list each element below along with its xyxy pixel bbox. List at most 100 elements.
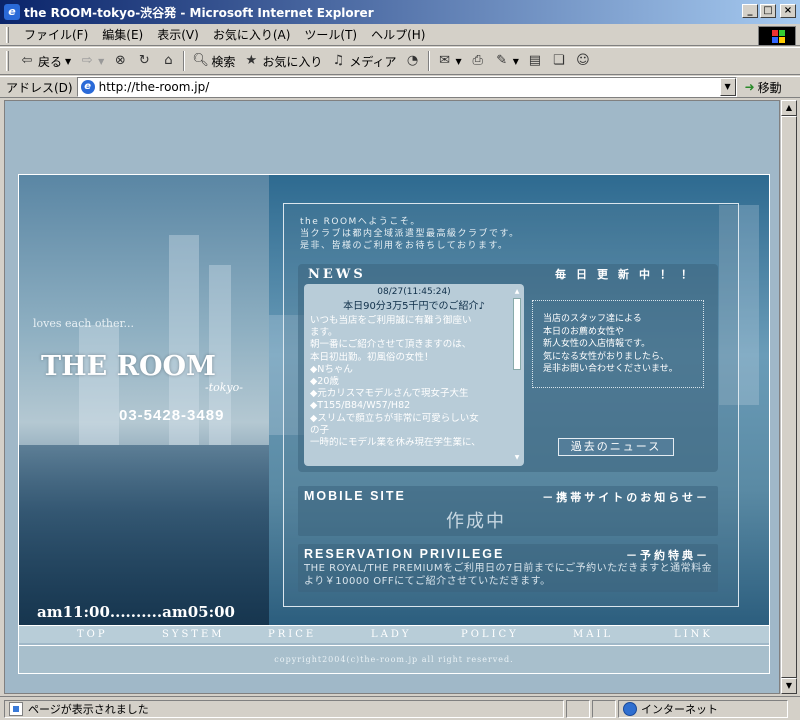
news-scroll-area[interactable]: 08/27(11:45:24) 本日90分3万5千円でのご紹介♪ いつも当店をご…	[304, 284, 524, 466]
favorites-button[interactable]: ★ お気に入り	[239, 50, 326, 72]
chevron-down-icon[interactable]: ▼	[513, 57, 519, 66]
history-button[interactable]: ◔	[401, 50, 425, 72]
scroll-down-icon[interactable]: ▼	[512, 454, 522, 462]
mobile-status: 作成中	[446, 511, 506, 532]
address-label: アドレス(D)	[6, 80, 73, 95]
chevron-down-icon[interactable]: ▼	[456, 57, 462, 66]
discuss-icon: ▤	[528, 53, 541, 68]
address-input[interactable]: e http://the-room.jp/ ▼	[76, 77, 737, 97]
news-line: ◆T155/B84/W57/H82	[310, 400, 411, 412]
nav-policy[interactable]: POLICY	[461, 629, 519, 640]
home-button[interactable]: ⌂	[156, 50, 180, 72]
discuss-button[interactable]: ▤	[523, 50, 547, 72]
status-zone-pane: インターネット	[618, 699, 788, 718]
menu-help[interactable]: ヘルプ(H)	[364, 24, 432, 45]
print-icon: ⎙	[472, 53, 483, 68]
page-icon: e	[80, 80, 95, 94]
nav-link[interactable]: LINK	[674, 629, 713, 640]
welcome-line: 当クラブは都内全域派遣型最高級クラブです。	[300, 229, 520, 239]
nav-top[interactable]: TOP	[77, 629, 108, 640]
forward-button[interactable]: ⇨ ▼	[75, 50, 108, 72]
tagline: loves each other...	[33, 317, 134, 330]
page-scroll-thumb[interactable]	[781, 116, 797, 678]
reservation-section: RESERVATION PRIVILEGE －予約特典－ THE ROYAL/T…	[298, 544, 718, 592]
stop-icon: ⊗	[114, 53, 126, 68]
chevron-down-icon[interactable]: ▼	[65, 57, 71, 66]
nav-lady[interactable]: LADY	[371, 629, 411, 640]
mobile-title: MOBILE SITE	[304, 489, 406, 503]
site-container: loves each other... THE ROOM -tokyo- 03-…	[18, 174, 770, 674]
news-line: ◆20歳	[310, 376, 339, 388]
zone-label: インターネット	[641, 702, 718, 716]
menu-favorites[interactable]: お気に入り(A)	[206, 24, 298, 45]
hero-left-panel: loves each other... THE ROOM -tokyo- 03-…	[19, 175, 269, 625]
messenger-button[interactable]: ☺	[571, 50, 595, 72]
back-button[interactable]: ⇦ 戻る ▼	[15, 50, 75, 72]
phone-number: 03-5428-3489	[119, 407, 225, 424]
skyline-decoration	[79, 325, 119, 445]
nav-system[interactable]: SYSTEM	[162, 629, 225, 640]
media-label: メディア	[349, 54, 397, 69]
copyright: copyright2004(c)the-room.jp all right re…	[19, 645, 769, 673]
address-url[interactable]: http://the-room.jp/	[99, 80, 210, 94]
nav-mail[interactable]: MAIL	[573, 629, 613, 640]
edit-icon: ✎	[496, 53, 508, 68]
history-icon: ◔	[406, 53, 419, 68]
window-title: the ROOM-tokyo-渋谷発 - Microsoft Internet …	[24, 5, 374, 20]
menu-edit[interactable]: 編集(E)	[95, 24, 150, 45]
staff-info-line: 気になる女性がおりましたら、	[543, 351, 670, 362]
chevron-down-icon[interactable]: ▼	[98, 57, 104, 66]
print-button[interactable]: ⎙	[466, 50, 490, 72]
scroll-up-icon[interactable]: ▲	[512, 288, 522, 296]
menu-view[interactable]: 表示(V)	[150, 24, 206, 45]
past-news-button[interactable]: 過去のニュース	[558, 438, 674, 456]
menu-tools[interactable]: ツール(T)	[297, 24, 364, 45]
news-title: NEWS	[308, 267, 366, 282]
media-icon: ♫	[332, 53, 345, 68]
status-message-pane: ページが表示されました	[4, 699, 564, 718]
ie-icon: e	[4, 4, 20, 20]
news-scrollbar[interactable]: ▲ ▼	[512, 288, 522, 462]
page-done-icon	[9, 701, 23, 716]
page-scrollbar[interactable]: ▲ ▼	[780, 100, 797, 694]
news-line: 一時的にモデル業を休み現在学生業に、	[310, 437, 481, 449]
news-heading: 本日90分3万5千円でのご紹介♪	[343, 301, 485, 312]
news-line: ます。	[310, 327, 338, 339]
media-button[interactable]: ♫ メディア	[326, 50, 400, 72]
minimize-button[interactable]: _	[742, 4, 758, 18]
home-icon: ⌂	[164, 53, 173, 68]
search-icon: 🔍︎	[192, 53, 209, 68]
news-date: 08/27(11:45:24)	[377, 287, 451, 297]
site-logo[interactable]: THE ROOM	[41, 351, 216, 382]
mobile-subtitle: －携帯サイトのお知らせ－	[542, 491, 710, 504]
nav-price[interactable]: PRICE	[268, 629, 316, 640]
site-nav: TOP SYSTEM PRICE LADY POLICY MAIL LINK	[19, 625, 769, 643]
news-line: ◆スリムで顔立ちが非常に可愛らしい女	[310, 412, 479, 424]
news-scroll-thumb[interactable]	[513, 298, 521, 370]
page-viewport: loves each other... THE ROOM -tokyo- 03-…	[4, 100, 780, 694]
edit-button[interactable]: ✎ ▼	[490, 50, 523, 72]
mail-button[interactable]: ✉ ▼	[433, 50, 466, 72]
title-bar: e the ROOM-tokyo-渋谷発 - Microsoft Interne…	[0, 0, 800, 24]
search-button[interactable]: 🔍︎ 検索	[188, 50, 239, 72]
refresh-icon: ↻	[138, 53, 150, 68]
maximize-button[interactable]: □	[760, 4, 776, 18]
mail-icon: ✉	[439, 53, 450, 68]
toolbar-grip	[6, 51, 9, 71]
refresh-button[interactable]: ↻	[132, 50, 156, 72]
scroll-up-icon[interactable]: ▲	[781, 100, 797, 116]
close-button[interactable]: ×	[780, 4, 796, 18]
staff-info-line: 当店のスタッフ達による	[543, 314, 642, 324]
menu-file[interactable]: ファイル(F)	[17, 24, 95, 45]
stop-button[interactable]: ⊗	[108, 50, 132, 72]
news-line: ◆Nちゃん	[310, 363, 353, 375]
go-button[interactable]: ➜ 移動	[745, 79, 782, 96]
address-dropdown-button[interactable]: ▼	[719, 78, 736, 96]
news-line: いつも当店をご利用誠に有難う御座い	[310, 315, 472, 326]
go-label: 移動	[757, 80, 782, 95]
welcome-line: the ROOMへようこそ。	[300, 217, 421, 227]
scroll-down-icon[interactable]: ▼	[781, 678, 797, 694]
content-frame: the ROOMへようこそ。 当クラブは都内全域派遣型最高級クラブです。 是非、…	[283, 203, 739, 607]
news-body: いつも当店をご利用誠に有難う御座い ます。 朝一番にご紹介させて頂きますのは、 …	[304, 315, 524, 449]
research-button[interactable]: ❏	[547, 50, 571, 72]
